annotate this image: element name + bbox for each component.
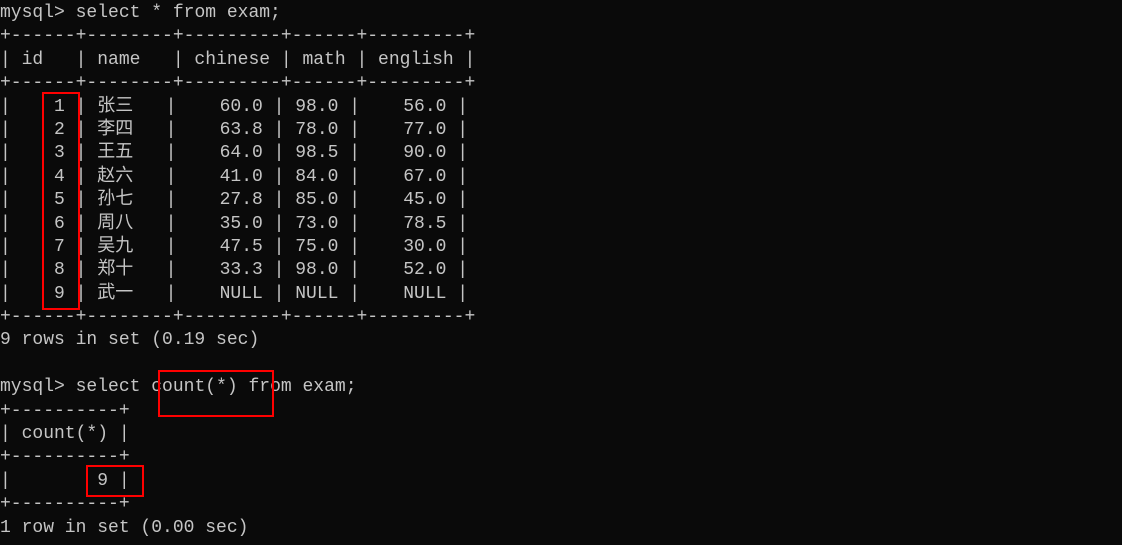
table-row: | 9 | 武一 | NULL | NULL | NULL |	[0, 283, 1122, 306]
table-header: | id | name | chinese | math | english |	[0, 49, 1122, 72]
blank-line	[0, 353, 1122, 376]
table-row: | 5 | 孙七 | 27.8 | 85.0 | 45.0 |	[0, 189, 1122, 212]
table-border: +----------+	[0, 446, 1122, 469]
table-row: | 4 | 赵六 | 41.0 | 84.0 | 67.0 |	[0, 166, 1122, 189]
table-row: | 1 | 张三 | 60.0 | 98.0 | 56.0 |	[0, 96, 1122, 119]
table-row: | 9 |	[0, 470, 1122, 493]
table-row: | 2 | 李四 | 63.8 | 78.0 | 77.0 |	[0, 119, 1122, 142]
result-status: 9 rows in set (0.19 sec)	[0, 329, 1122, 352]
table-border: +----------+	[0, 400, 1122, 423]
mysql-prompt: mysql>	[0, 3, 76, 23]
query-line-2: mysql> select count(*) from exam;	[0, 376, 1122, 399]
table-row: | 8 | 郑十 | 33.3 | 98.0 | 52.0 |	[0, 259, 1122, 282]
sql-query: select * from exam;	[76, 3, 281, 23]
table-header: | count(*) |	[0, 423, 1122, 446]
sql-query-part: select	[76, 377, 152, 397]
table-border: +----------+	[0, 493, 1122, 516]
sql-count-func: count(*)	[151, 377, 237, 397]
mysql-prompt: mysql>	[0, 377, 76, 397]
table-border: +------+--------+---------+------+------…	[0, 72, 1122, 95]
table-border: +------+--------+---------+------+------…	[0, 25, 1122, 48]
query-line-1: mysql> select * from exam;	[0, 2, 1122, 25]
table-border: +------+--------+---------+------+------…	[0, 306, 1122, 329]
sql-query-part: from exam;	[238, 377, 357, 397]
table-row: | 3 | 王五 | 64.0 | 98.5 | 90.0 |	[0, 142, 1122, 165]
table-row: | 7 | 吴九 | 47.5 | 75.0 | 30.0 |	[0, 236, 1122, 259]
result-status: 1 row in set (0.00 sec)	[0, 517, 1122, 540]
table-row: | 6 | 周八 | 35.0 | 73.0 | 78.5 |	[0, 213, 1122, 236]
